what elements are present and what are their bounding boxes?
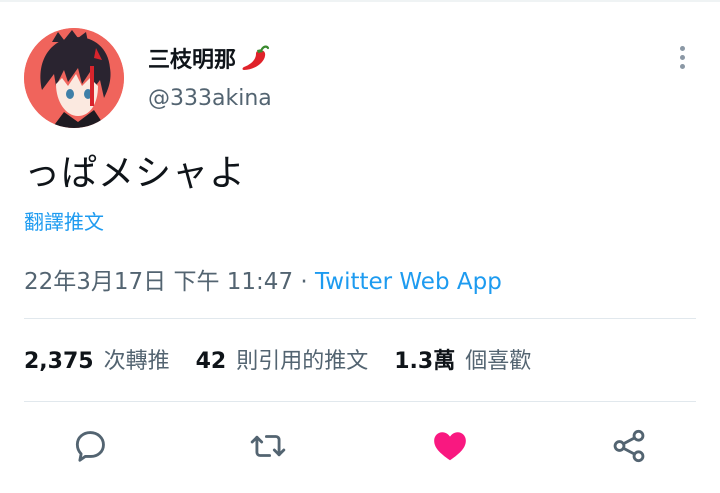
tweet-source-link[interactable]: Twitter Web App xyxy=(315,269,502,295)
share-icon xyxy=(613,429,645,463)
reply-button[interactable] xyxy=(68,424,112,468)
stat-count: 2,375 xyxy=(24,349,94,374)
heart-icon xyxy=(434,432,466,461)
like-button[interactable] xyxy=(428,424,472,468)
more-dot-icon xyxy=(679,63,685,69)
avatar[interactable] xyxy=(24,28,124,128)
more-options-button[interactable] xyxy=(668,42,696,72)
more-dot-icon xyxy=(679,45,685,51)
top-divider xyxy=(0,0,720,2)
retweet-count-stat[interactable]: 2,375 次轉推 xyxy=(24,343,170,375)
stat-count: 1.3萬 xyxy=(394,349,456,374)
share-button[interactable] xyxy=(607,424,651,468)
retweet-button[interactable] xyxy=(246,424,290,468)
stat-label: 次轉推 xyxy=(103,349,170,374)
stat-count: 42 xyxy=(195,349,227,374)
more-dot-icon xyxy=(679,54,685,60)
stat-label: 個喜歡 xyxy=(465,349,532,374)
display-name[interactable]: 三枝明那 xyxy=(148,42,270,74)
reply-icon xyxy=(75,431,105,462)
user-handle[interactable]: @333akina xyxy=(148,86,272,111)
tweet-text: っぱメシャよ xyxy=(24,153,247,194)
quote-count-stat[interactable]: 42 則引用的推文 xyxy=(196,343,369,375)
avatar-image xyxy=(24,28,124,128)
engagement-stats: 2,375 次轉推 42 則引用的推文 1.3萬 個喜歡 xyxy=(24,343,557,375)
tweet-timestamp[interactable]: 22年3月17日 下午 11:47 · xyxy=(24,269,315,295)
stat-label: 則引用的推文 xyxy=(236,349,369,374)
like-count-stat[interactable]: 1.3萬 個喜歡 xyxy=(394,343,531,375)
tweet-meta: 22年3月17日 下午 11:47 · Twitter Web App xyxy=(24,262,502,296)
divider xyxy=(24,401,696,402)
translate-tweet-link[interactable]: 翻譯推文 xyxy=(24,206,104,235)
divider xyxy=(24,318,696,319)
retweet-icon xyxy=(250,435,286,457)
chili-pepper-icon xyxy=(240,43,270,73)
display-name-text: 三枝明那 xyxy=(148,48,237,73)
